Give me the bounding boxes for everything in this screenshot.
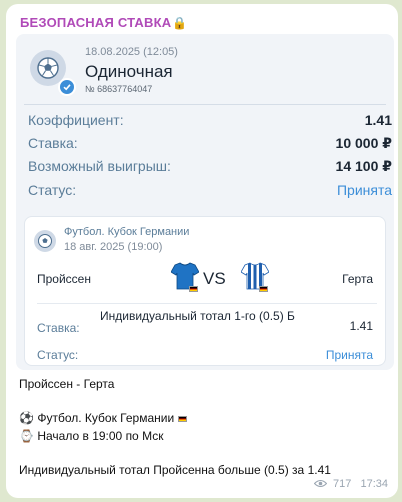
message-league: Футбол. Кубок Германии [37, 411, 175, 425]
message-time: 17:34 [360, 478, 388, 490]
channel-name: БЕЗОПАСНАЯ СТАВКА [20, 15, 172, 30]
bet-ticket-card[interactable]: 18.08.2025 (12:05) Одиночная № 686377640… [16, 34, 394, 370]
coefficient-row: Коэффициент: 1.41 [28, 112, 392, 134]
home-team-name: Пройссен [37, 272, 91, 286]
payout-value: 14 100 ₽ [335, 158, 392, 174]
ticket-type: Одиночная [85, 62, 173, 81]
status-row: Статус: Принята [28, 182, 392, 204]
lock-icon: 🔒 [172, 16, 188, 30]
bet-description: Индивидуальный тотал 1-го (0.5) Б [100, 309, 295, 323]
germany-flag-icon [177, 416, 187, 422]
verified-check-icon [58, 78, 76, 96]
event-card[interactable]: Футбол. Кубок Германии 18 авг. 2025 (19:… [24, 216, 386, 366]
coefficient-label: Коэффициент: [28, 112, 124, 128]
event-status-value: Принята [325, 348, 373, 362]
message-teams: Пройссен - Герта [19, 377, 115, 391]
status-label: Статус: [28, 182, 77, 198]
message-league-line: ⚽ Футбол. Кубок Германии [19, 411, 187, 425]
message-meta: 717 17:34 [313, 478, 388, 491]
soccer-ball-icon [34, 230, 56, 252]
event-league: Футбол. Кубок Германии [64, 226, 190, 238]
payout-row: Возможный выигрыш: 14 100 ₽ [28, 158, 392, 180]
message-bubble[interactable]: БЕЗОПАСНАЯ СТАВКА🔒 18.08.2025 (12:05) Од… [6, 4, 398, 498]
channel-title[interactable]: БЕЗОПАСНАЯ СТАВКА🔒 [20, 15, 187, 30]
germany-flag-icon [259, 286, 268, 292]
message-start-line: ⌚ Начало в 19:00 по Мск [19, 429, 163, 443]
event-status-label: Статус: [37, 348, 79, 362]
stake-row: Ставка: 10 000 ₽ [28, 135, 392, 157]
ticket-header: 18.08.2025 (12:05) Одиночная № 686377640… [16, 34, 394, 102]
germany-flag-icon [189, 286, 198, 292]
event-date: 18 авг. 2025 (19:00) [64, 241, 163, 253]
watch-icon: ⌚ [19, 429, 34, 443]
versus-label: VS [203, 269, 226, 288]
status-value: Принята [336, 182, 392, 198]
payout-label: Возможный выигрыш: [28, 158, 171, 174]
message-pick: Индивидуальный тотал Пройсенна больше (0… [19, 463, 331, 477]
bet-label: Ставка: [37, 321, 80, 335]
away-team-name: Герта [342, 272, 373, 286]
divider [24, 104, 386, 105]
soccer-ball-icon: ⚽ [19, 411, 34, 425]
view-count: 717 [333, 478, 352, 490]
bet-odds: 1.41 [349, 319, 373, 333]
divider [37, 303, 377, 304]
ticket-number: № 68637764047 [85, 84, 153, 94]
eye-icon [313, 479, 328, 491]
stake-value: 10 000 ₽ [335, 135, 392, 151]
ticket-date: 18.08.2025 (12:05) [85, 46, 178, 58]
message-start: Начало в 19:00 по Мск [37, 429, 164, 443]
stake-label: Ставка: [28, 135, 78, 151]
coefficient-value: 1.41 [364, 112, 392, 128]
